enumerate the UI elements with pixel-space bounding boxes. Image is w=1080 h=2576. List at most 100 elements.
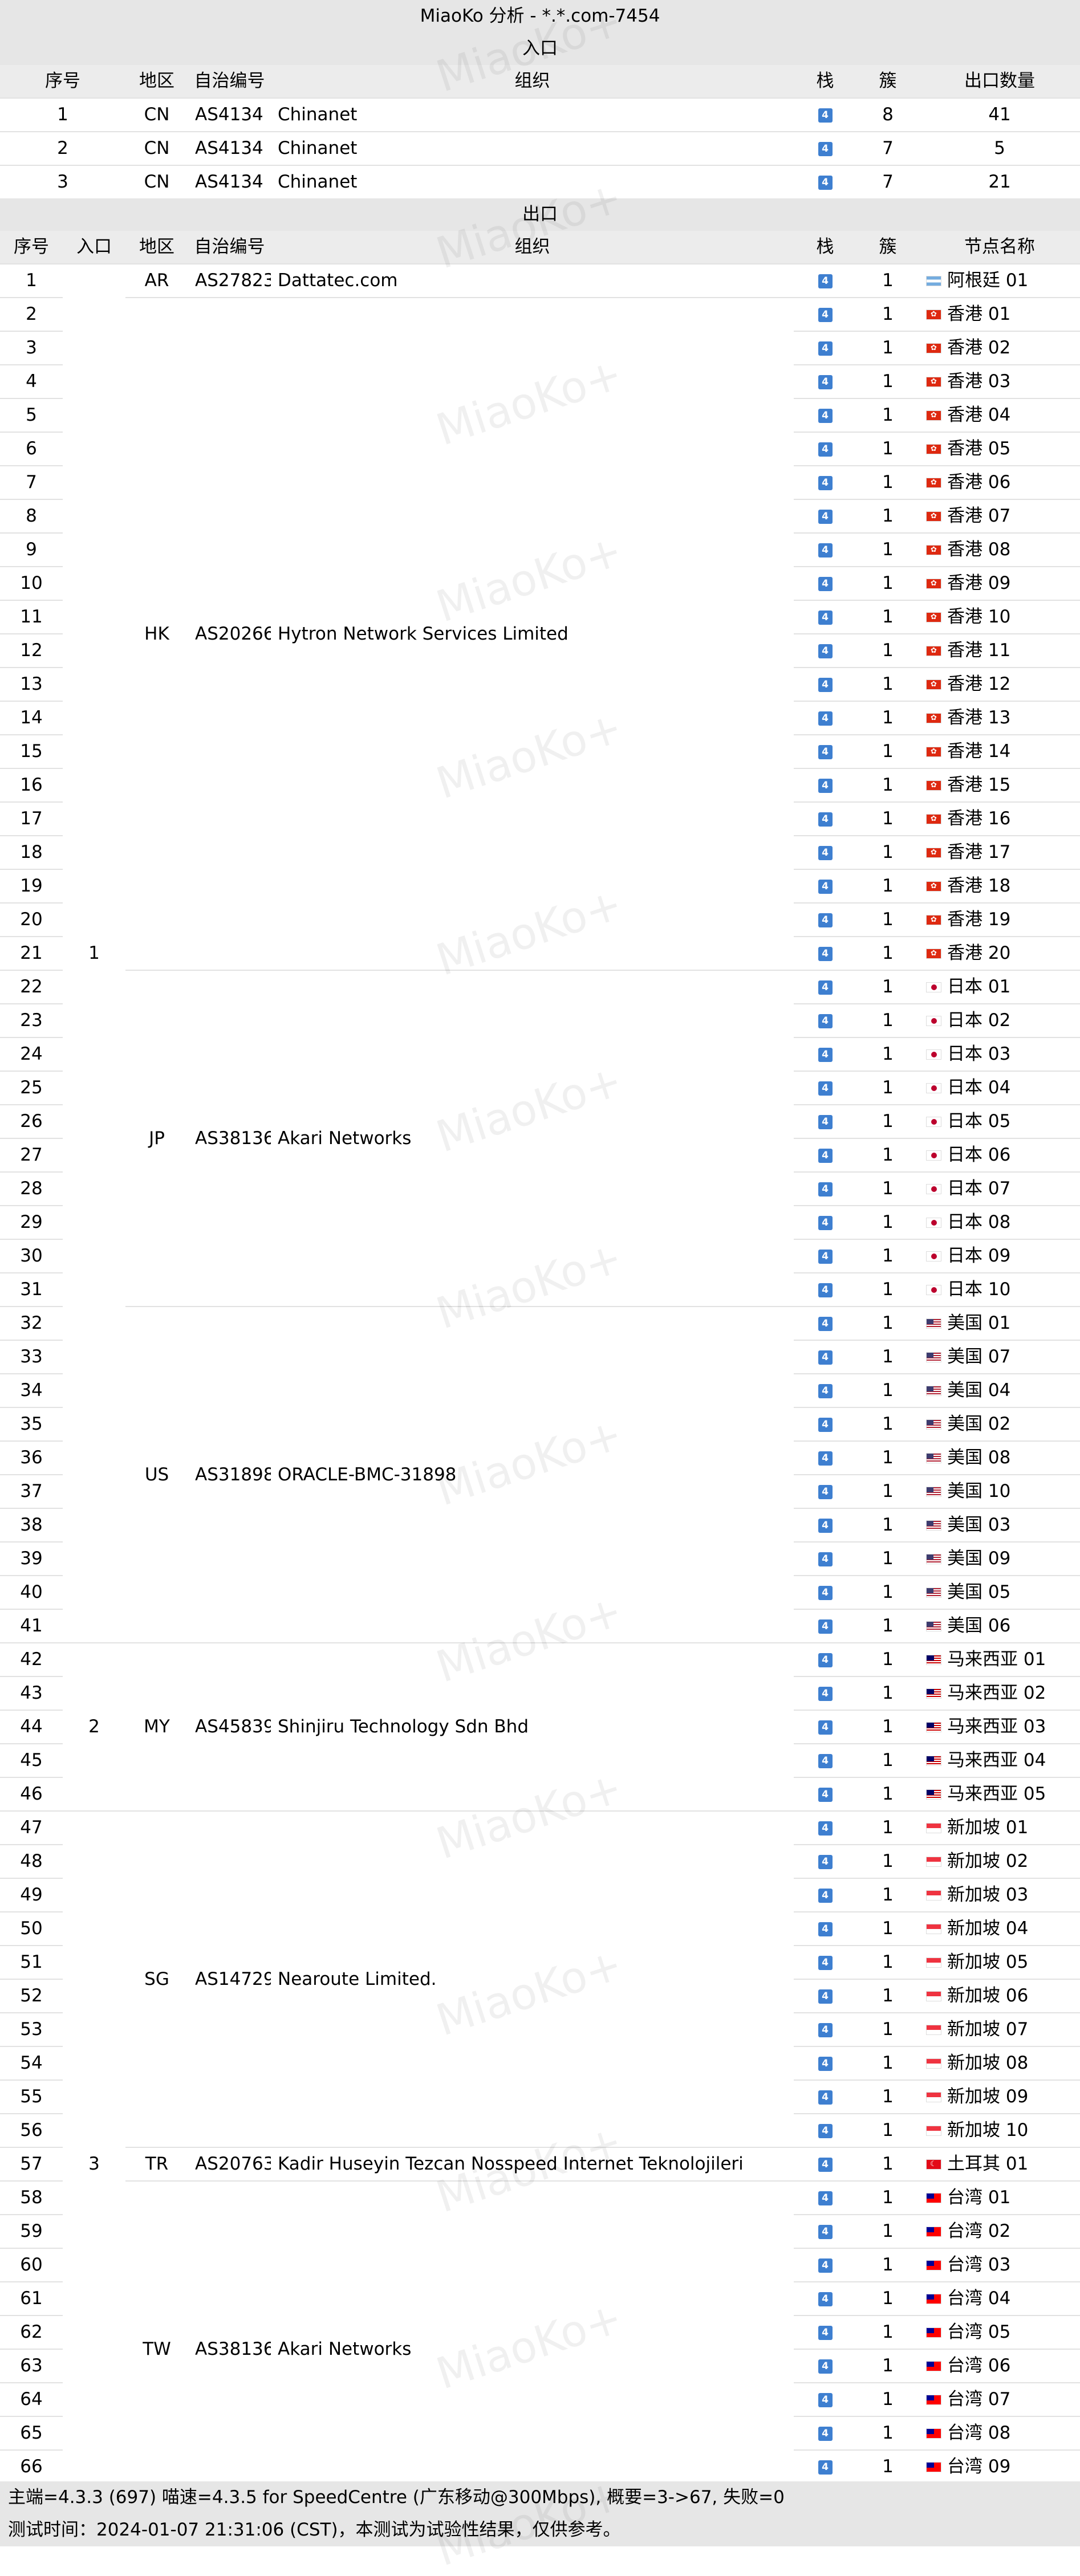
exit-node-cell: 美国 03 bbox=[919, 1508, 1080, 1542]
ipv4-stack-badge: 4 bbox=[818, 1451, 833, 1466]
node-name-wrap: 台湾 01 bbox=[919, 2182, 1080, 2214]
exit-stack-cell: 4 bbox=[794, 1306, 856, 1340]
exit-cluster: 1 bbox=[856, 701, 919, 735]
exit-stack-cell: 4 bbox=[794, 1810, 856, 1845]
exit-no: 34 bbox=[0, 1373, 63, 1407]
exit-org: Kadir Huseyin Tezcan Nosspeed Internet T… bbox=[271, 2147, 794, 2181]
col-header-exit-count: 出口数量 bbox=[919, 65, 1080, 98]
page-title: MiaoKo 分析 - *.*.com-7454 bbox=[0, 0, 1080, 32]
entry-column-headers: 序号 地区 自治编号 组织 栈 簇 出口数量 bbox=[0, 65, 1080, 98]
exit-stack-cell: 4 bbox=[794, 633, 856, 668]
exit-no: 65 bbox=[0, 2416, 63, 2450]
node-name: 香港 05 bbox=[947, 438, 1011, 459]
exit-cluster: 1 bbox=[856, 1508, 919, 1542]
node-name: 马来西亚 05 bbox=[947, 1784, 1046, 1804]
node-name-wrap: 香港 09 bbox=[919, 568, 1080, 600]
ipv4-stack-badge: 4 bbox=[818, 2258, 833, 2273]
ipv4-stack-badge: 4 bbox=[818, 2225, 833, 2239]
exit-no: 18 bbox=[0, 835, 63, 869]
entry-section-header: 入口 bbox=[0, 32, 1080, 65]
exit-node-cell: 日本 02 bbox=[919, 1003, 1080, 1037]
exit-cluster: 1 bbox=[856, 1642, 919, 1676]
col-header-no: 序号 bbox=[0, 65, 125, 98]
flag-hk-icon bbox=[926, 948, 941, 959]
exit-stack-cell: 4 bbox=[794, 2248, 856, 2282]
exit-stack-cell: 4 bbox=[794, 1911, 856, 1946]
node-name: 美国 07 bbox=[947, 1346, 1011, 1367]
node-name-wrap: 新加坡 09 bbox=[919, 2081, 1080, 2113]
node-name: 香港 13 bbox=[947, 707, 1011, 728]
ipv4-stack-badge: 4 bbox=[818, 1081, 833, 1096]
flag-hk-icon bbox=[926, 309, 941, 320]
exit-asn: AS38136 bbox=[188, 2180, 271, 2517]
node-name-wrap: 美国 03 bbox=[919, 1509, 1080, 1541]
node-name: 香港 17 bbox=[947, 842, 1011, 862]
flag-tw-icon bbox=[926, 2428, 941, 2439]
exit-cluster: 1 bbox=[856, 2349, 919, 2383]
entry-stack-cell: 4 bbox=[794, 165, 856, 198]
exit-no: 58 bbox=[0, 2180, 63, 2215]
exit-cluster: 1 bbox=[856, 1844, 919, 1878]
exit-node-cell: 马来西亚 04 bbox=[919, 1743, 1080, 1777]
ipv4-stack-badge: 4 bbox=[818, 176, 833, 190]
flag-tw-icon bbox=[926, 2327, 941, 2338]
ipv4-stack-badge: 4 bbox=[818, 2023, 833, 2037]
exit-node-cell: 香港 14 bbox=[919, 734, 1080, 768]
exit-org: Hytron Network Services Limited bbox=[271, 297, 794, 970]
exit-stack-cell: 4 bbox=[794, 1373, 856, 1407]
node-name: 台湾 06 bbox=[947, 2355, 1011, 2376]
flag-us-icon bbox=[926, 1385, 941, 1396]
exit-no: 14 bbox=[0, 701, 63, 735]
node-name-wrap: 日本 09 bbox=[919, 1240, 1080, 1272]
node-name-wrap: 新加坡 10 bbox=[919, 2115, 1080, 2147]
entry-asn: AS4134 bbox=[188, 165, 271, 198]
exit-no: 39 bbox=[0, 1541, 63, 1576]
exit-row: 57 TRAS207633Kadir Huseyin Tezcan Nosspee… bbox=[0, 2147, 1080, 2181]
exit-stack-cell: 4 bbox=[794, 869, 856, 903]
exit-cluster: 1 bbox=[856, 1440, 919, 1475]
exit-cluster: 1 bbox=[856, 1003, 919, 1037]
exit-no: 64 bbox=[0, 2382, 63, 2416]
flag-jp-icon bbox=[926, 1217, 941, 1228]
exit-asn: AS207633 bbox=[188, 2147, 271, 2181]
flag-us-icon bbox=[926, 1520, 941, 1531]
exit-stack-cell: 4 bbox=[794, 398, 856, 432]
exit-region: TW bbox=[125, 2180, 188, 2517]
exit-no: 43 bbox=[0, 1676, 63, 1710]
flag-sg-icon bbox=[926, 1923, 941, 1934]
exit-no: 32 bbox=[0, 1306, 63, 1340]
flag-jp-icon bbox=[926, 1183, 941, 1194]
node-name-wrap: 香港 14 bbox=[919, 736, 1080, 768]
col-header-asn: 自治编号 bbox=[188, 231, 271, 264]
exit-stack-cell: 4 bbox=[794, 532, 856, 567]
exit-cluster: 1 bbox=[856, 1979, 919, 2013]
exit-cluster: 1 bbox=[856, 667, 919, 701]
node-name-wrap: 台湾 09 bbox=[919, 2451, 1080, 2483]
flag-hk-icon bbox=[926, 343, 941, 353]
node-name: 香港 12 bbox=[947, 674, 1011, 694]
node-name: 美国 04 bbox=[947, 1380, 1011, 1401]
exit-no: 44 bbox=[0, 1710, 63, 1744]
exit-no: 6 bbox=[0, 432, 63, 466]
entry-table: MiaoKo 分析 - *.*.com-7454 入口 序号 地区 自治编号 组… bbox=[0, 0, 1080, 2517]
exit-no: 31 bbox=[0, 1272, 63, 1307]
node-name: 新加坡 09 bbox=[947, 2086, 1029, 2107]
exit-cluster: 1 bbox=[856, 600, 919, 634]
exit-node-cell: 台湾 08 bbox=[919, 2416, 1080, 2450]
node-name: 新加坡 06 bbox=[947, 1985, 1029, 2006]
exit-stack-cell: 4 bbox=[794, 2281, 856, 2315]
ipv4-stack-badge: 4 bbox=[818, 1115, 833, 1129]
exit-node-cell: 美国 10 bbox=[919, 1474, 1080, 1508]
node-name: 日本 04 bbox=[947, 1077, 1011, 1098]
flag-us-icon bbox=[926, 1452, 941, 1463]
exit-stack-cell: 4 bbox=[794, 1104, 856, 1138]
node-name: 台湾 02 bbox=[947, 2221, 1011, 2241]
exit-row: 32 US AS31898 ORACLE-BMC-31898 4 1 美国 01 bbox=[0, 1306, 1080, 1643]
flag-us-icon bbox=[926, 1318, 941, 1329]
exit-org: Akari Networks bbox=[271, 2180, 794, 2517]
node-name: 日本 06 bbox=[947, 1145, 1011, 1165]
exit-no: 7 bbox=[0, 465, 63, 499]
node-name-wrap: 香港 10 bbox=[919, 601, 1080, 633]
exit-row: 1 1 AR AS27823 Dattatec.com 4 1 阿根廷 01 bbox=[0, 263, 1080, 1643]
node-name-wrap: 日本 02 bbox=[919, 1005, 1080, 1037]
